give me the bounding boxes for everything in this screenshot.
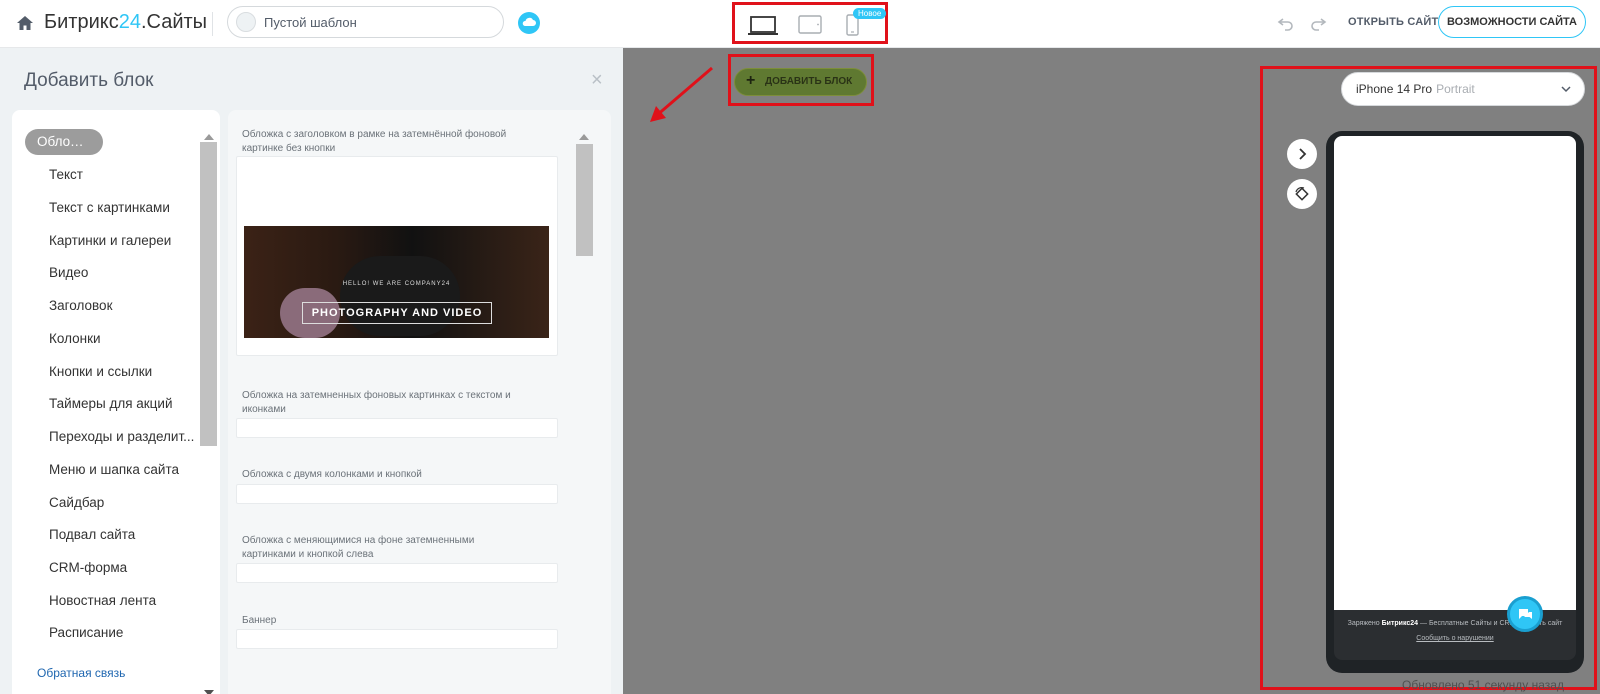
category-item[interactable]: Таймеры для акций	[37, 391, 195, 417]
divider	[212, 12, 213, 36]
desktop-icon[interactable]	[747, 15, 779, 37]
category-item[interactable]: Сайдбар	[37, 490, 195, 516]
close-icon[interactable]: ×	[591, 70, 603, 90]
template-thumbnail-icon	[236, 12, 256, 32]
open-site-link[interactable]: ОТКРЫТЬ САЙТ	[1348, 16, 1438, 28]
new-badge: Новое	[853, 8, 887, 19]
category-item[interactable]: Подвал сайта	[37, 522, 195, 548]
template-name: Пустой шаблон	[264, 15, 357, 30]
block-title: Баннер	[242, 615, 277, 626]
brand-suffix: .Сайты	[140, 11, 208, 33]
block-scrollbar[interactable]	[576, 144, 593, 256]
report-abuse-link[interactable]: Сообщить о нарушении	[1334, 635, 1576, 642]
next-button[interactable]	[1287, 139, 1317, 169]
redo-icon[interactable]	[1309, 14, 1327, 32]
block-title: Обложка с заголовком в рамке на затемнён…	[242, 129, 507, 154]
scroll-up-arrow-icon[interactable]	[204, 134, 214, 140]
category-item[interactable]: Новостная лента	[37, 588, 195, 614]
category-item[interactable]: Заголовок	[37, 293, 195, 319]
block-title: Обложка с двумя колонками и кнопкой	[242, 469, 422, 480]
category-item[interactable]: Видео	[37, 260, 195, 286]
preview-subtitle: HELLO! WE ARE COMPANY24	[342, 281, 451, 287]
chat-button[interactable]	[1507, 596, 1543, 632]
category-item[interactable]: Обложка	[25, 129, 103, 155]
block-card[interactable]	[236, 484, 558, 504]
category-item[interactable]: Колонки	[37, 326, 195, 352]
category-item[interactable]: Текст с картинками	[37, 195, 195, 221]
scroll-up-arrow-icon[interactable]	[579, 134, 589, 140]
last-updated-text: Обновлено 51 секунду назад	[1402, 678, 1564, 692]
device-name: iPhone 14 Pro	[1356, 82, 1433, 96]
chevron-down-icon	[1561, 86, 1571, 93]
rotate-icon	[1295, 186, 1309, 201]
brand-number: 24	[118, 11, 141, 33]
phone-screen[interactable]	[1334, 136, 1576, 610]
panel-title: Добавить блок	[24, 70, 154, 91]
device-switcher-highlight: Новое	[732, 2, 888, 44]
category-item[interactable]: Меню и шапка сайта	[37, 457, 195, 483]
rotate-button[interactable]	[1287, 179, 1317, 209]
plus-icon: +	[746, 72, 756, 89]
category-item[interactable]: Расписание	[37, 620, 195, 646]
block-title: Обложка с меняющимися на фоне затемненны…	[242, 535, 475, 560]
brand-logo[interactable]: Битрикс24.Сайты	[44, 11, 207, 34]
category-item[interactable]: CRM-форма	[37, 555, 195, 581]
device-orientation: Portrait	[1436, 82, 1475, 96]
category-list: Обложка Текст Текст с картинками Картинк…	[12, 110, 220, 694]
category-item[interactable]: Картинки и галереи	[37, 228, 195, 254]
preview-headline: PHOTOGRAPHY AND VIDEO	[302, 302, 492, 324]
block-card[interactable]	[236, 418, 558, 438]
arrow-annotation-icon	[650, 66, 713, 122]
scroll-down-arrow-icon[interactable]	[204, 690, 214, 694]
category-item[interactable]: Переходы и разделит...	[37, 424, 195, 450]
category-item[interactable]: Текст	[37, 162, 195, 188]
home-icon[interactable]	[16, 15, 34, 31]
feedback-link[interactable]: Обратная связь	[37, 666, 125, 680]
brand-prefix: Битрикс	[44, 11, 119, 33]
template-selector[interactable]: Пустой шаблон	[227, 6, 504, 38]
block-card[interactable]	[236, 629, 558, 649]
block-list: Обложка с заголовком в рамке на затемнён…	[228, 110, 611, 694]
chevron-right-icon	[1299, 148, 1307, 160]
block-card[interactable]	[236, 563, 558, 583]
block-title: Обложка на затемненных фоновых картинках…	[242, 390, 511, 415]
category-scrollbar[interactable]	[200, 142, 217, 446]
device-model-select[interactable]: iPhone 14 Pro Portrait	[1341, 72, 1585, 106]
site-features-button[interactable]: ВОЗМОЖНОСТИ САЙТА	[1438, 6, 1586, 38]
add-block-panel: Добавить блок × Обложка Текст Текст с ка…	[0, 48, 623, 694]
phone-frame: Заряжено Битрикс24 — Бесплатные Сайты и …	[1326, 131, 1584, 673]
tablet-icon[interactable]	[798, 15, 822, 34]
cloud-icon[interactable]	[518, 12, 540, 34]
chat-icon	[1519, 609, 1532, 619]
category-item[interactable]: Кнопки и ссылки	[37, 359, 195, 385]
undo-icon[interactable]	[1277, 14, 1295, 32]
block-preview-image[interactable]: HELLO! WE ARE COMPANY24 PHOTOGRAPHY AND …	[244, 226, 549, 338]
